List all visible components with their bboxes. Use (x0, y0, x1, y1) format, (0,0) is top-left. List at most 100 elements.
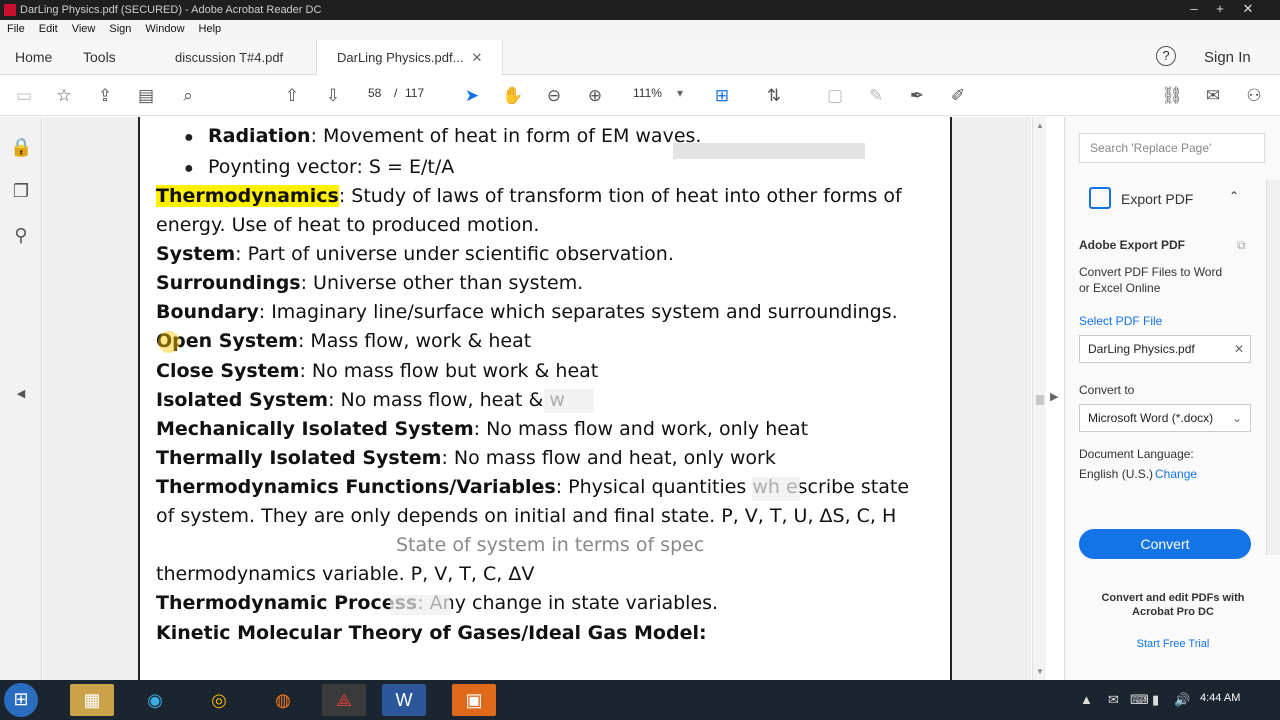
save-icon[interactable]: ▭ (12, 84, 36, 108)
minimize-button[interactable]: – (1180, 0, 1208, 20)
bookmark-star-icon[interactable]: ☆ (52, 84, 76, 108)
search-tools-input[interactable]: Search 'Replace Page' (1079, 133, 1265, 163)
lock-icon[interactable]: 🔒 (10, 137, 32, 159)
doc-language-label: Document Language: (1079, 447, 1194, 461)
doc-line-poynting: Poynting vector: S = E/t/A (208, 156, 455, 178)
page-total: 117 (405, 86, 425, 100)
document-viewport[interactable]: ● Radiation: Movement of heat in form of… (43, 117, 1031, 680)
attachment-icon[interactable]: ⚲ (10, 225, 32, 247)
menu-edit[interactable]: Edit (32, 20, 65, 35)
file-explorer-icon[interactable]: ▦ (70, 684, 114, 716)
info-icon[interactable]: ⧉ (1237, 238, 1246, 253)
remove-file-icon[interactable]: ✕ (1234, 336, 1244, 362)
convert-description: Convert PDF Files to Word or Excel Onlin… (1079, 265, 1223, 295)
export-pdf-title[interactable]: Export PDF (1121, 191, 1193, 207)
format-dropdown[interactable]: Microsoft Word (*.docx) ⌄ (1079, 404, 1251, 432)
zoom-out-icon[interactable]: ⊖ (542, 84, 566, 108)
doc-tab-discussion[interactable]: discussion T#4.pdf (155, 40, 303, 75)
cursor-highlight (158, 331, 180, 353)
taskbar-clock[interactable]: 4:44 AM (1200, 692, 1240, 704)
doc-line-boundary: Boundary: Imaginary line/surface which s… (156, 301, 898, 323)
tab-tools[interactable]: Tools (83, 49, 116, 65)
convert-button[interactable]: Convert (1079, 529, 1251, 559)
hand-tool-icon[interactable]: ✋ (501, 84, 525, 108)
menu-window[interactable]: Window (138, 20, 191, 35)
previous-page-icon[interactable]: ⇧ (280, 84, 304, 108)
print-icon[interactable]: ▤ (134, 84, 158, 108)
start-button-icon[interactable]: ⊞ (4, 683, 38, 717)
doc-line-energy: energy. Use of heat to produced motion. (156, 214, 540, 236)
highlight-pen-icon[interactable]: ✎ (864, 84, 888, 108)
select-pointer-icon[interactable]: ➤ (460, 84, 484, 108)
select-pdf-file-link[interactable]: Select PDF File (1079, 314, 1162, 328)
scroll-up-icon[interactable]: ▲ (1036, 121, 1044, 130)
tab-bar: Home Tools discussion T#4.pdf DarLing Ph… (0, 40, 1280, 75)
scroll-thumb[interactable] (1036, 395, 1044, 405)
redaction-blur (673, 143, 865, 159)
menu-help[interactable]: Help (192, 20, 229, 35)
windows-taskbar: ⊞ ▦ ◉ ◎ ◍ ⟁ W ▣ ▲ ✉ ⌨ ▮ 🔊 4:44 AM (0, 680, 1280, 720)
left-navigation-rail: 🔒 ❐ ⚲ ◀ (0, 117, 42, 680)
doc-line-thermodynamics: Thermodynamics: Study of laws of transfo… (156, 185, 902, 207)
page-number-input[interactable]: 58 (368, 86, 381, 100)
fill-sign-icon[interactable]: ✐ (946, 84, 970, 108)
sign-in-button[interactable]: Sign In (1204, 49, 1251, 66)
doc-tab-darling-physics[interactable]: DarLing Physics.pdf... ✕ (316, 40, 504, 75)
doc-line-open-system: Open System: Mass flow, work & heat (156, 330, 532, 352)
edge-browser-icon[interactable]: ◉ (133, 684, 177, 716)
comment-icon[interactable]: ▢ (823, 84, 847, 108)
bullet-dot: ● (184, 160, 194, 177)
menu-file[interactable]: File (0, 20, 32, 35)
page-separator: / (394, 86, 398, 100)
page-layout-icon[interactable]: ⊞ (710, 84, 734, 108)
doc-line-isolated-system: Isolated System: No mass flow, heat & w (156, 389, 565, 411)
menu-sign[interactable]: Sign (102, 20, 138, 35)
chrome-browser-icon[interactable]: ◎ (197, 684, 241, 716)
collapse-right-panel-icon[interactable]: ▶ (1050, 390, 1058, 403)
scroll-mode-icon[interactable]: ⇅ (762, 84, 786, 108)
show-hidden-icons-icon[interactable]: ▲ (1080, 692, 1093, 707)
expand-left-panel-icon[interactable]: ◀ (10, 387, 32, 409)
keyboard-icon[interactable]: ⌨ (1130, 692, 1149, 708)
pages-icon[interactable]: ❐ (10, 181, 32, 203)
upload-cloud-icon[interactable]: ⇪ (93, 84, 117, 108)
recorder-taskbar-icon[interactable]: ▣ (452, 684, 496, 716)
close-window-button[interactable]: ✕ (1234, 0, 1262, 20)
share-link-icon[interactable]: ⛓ (1160, 84, 1184, 108)
network-icon[interactable]: ✉ (1108, 692, 1119, 708)
menu-view[interactable]: View (65, 20, 103, 35)
doc-line-surroundings: Surroundings: Universe other than system… (156, 272, 584, 294)
sign-pen-icon[interactable]: ✒ (905, 84, 929, 108)
doc-line-kinetic-theory: Kinetic Molecular Theory of Gases/Ideal … (156, 622, 707, 644)
selected-file-field[interactable]: DarLing Physics.pdf ✕ (1079, 335, 1251, 363)
zoom-in-icon[interactable]: ⊕ (583, 84, 607, 108)
pdf-page: ● Radiation: Movement of heat in form of… (138, 117, 952, 680)
close-tab-icon[interactable]: ✕ (471, 50, 482, 65)
maximize-button[interactable]: + (1206, 0, 1234, 20)
start-free-trial-link[interactable]: Start Free Trial (1081, 638, 1265, 650)
doc-line-system: System: Part of universe under scientifi… (156, 243, 674, 265)
help-icon[interactable]: ? (1156, 46, 1176, 66)
doc-line-close-system: Close System: No mass flow but work & he… (156, 360, 599, 382)
add-user-icon[interactable]: ⚇ (1242, 84, 1266, 108)
scroll-down-icon[interactable]: ▼ (1036, 667, 1044, 676)
collapse-chevron-icon[interactable]: ⌃ (1229, 189, 1239, 203)
search-icon[interactable]: ⌕ (176, 84, 200, 108)
acrobat-app-icon (4, 4, 16, 16)
email-icon[interactable]: ✉ (1201, 84, 1225, 108)
document-scrollbar[interactable]: ▲ ▼ (1032, 117, 1046, 680)
word-taskbar-icon[interactable]: W (382, 684, 426, 716)
chevron-down-icon: ⌄ (1231, 411, 1242, 425)
tab-home[interactable]: Home (15, 49, 52, 65)
zoom-dropdown-icon[interactable]: ▾ (677, 86, 683, 100)
window-title: DarLing Physics.pdf (SECURED) - Adobe Ac… (20, 4, 322, 16)
acrobat-taskbar-icon[interactable]: ⟁ (322, 684, 366, 716)
firefox-browser-icon[interactable]: ◍ (261, 684, 305, 716)
doc-line-thermally-isolated: Thermally Isolated System: No mass flow … (156, 447, 776, 469)
panel-scrollbar[interactable] (1266, 180, 1280, 555)
change-language-link[interactable]: Change (1155, 467, 1197, 481)
volume-icon[interactable]: 🔊 (1174, 692, 1190, 708)
zoom-level-select[interactable]: 111% (633, 86, 662, 100)
next-page-icon[interactable]: ⇩ (321, 84, 345, 108)
battery-icon[interactable]: ▮ (1152, 692, 1159, 708)
